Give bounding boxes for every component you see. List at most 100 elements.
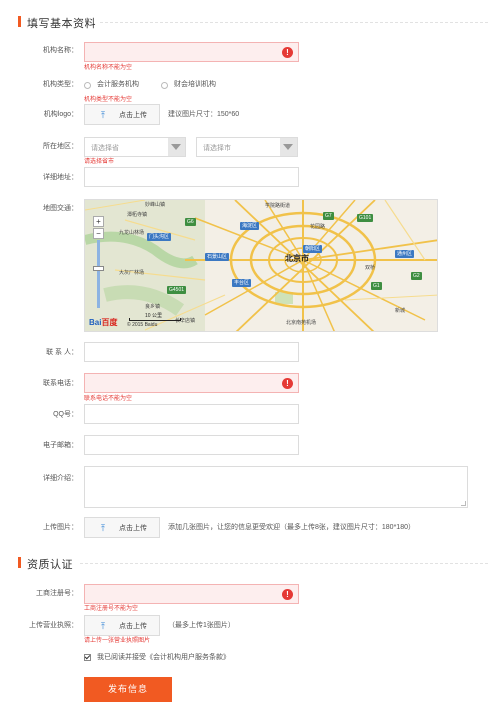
error-icon: ! [282,378,293,389]
license-error: 请上传一张营业执照图片 [84,638,151,644]
map-district: 朝阳区 [303,245,323,253]
agreement-checkbox[interactable] [84,653,91,661]
license-hint: （最多上传1张图片） [168,622,235,629]
baidu-logo-accent: 百度 [101,318,118,327]
map-place: 九龙山林场 [119,230,145,236]
upload-icon: ⤒ [101,522,105,533]
reg-no-input[interactable]: ! [84,584,299,604]
section-header-basic: 填写基本资料 [0,13,500,30]
upload-icon: ⤒ [101,620,105,631]
contact-input[interactable] [84,342,299,362]
upload-button-label: 点击上传 [119,524,147,532]
agreement-row: 我已阅读并接受《会计机构用户服务条款》 [84,652,230,662]
contact-label: 联 系 人： [46,349,78,356]
radio-accounting-service-label[interactable]: 会计服务机构 [97,80,139,90]
address-label: 详细地址： [43,174,78,181]
section-title: 资质认证 [27,559,73,571]
org-type-error: 机构类型不能为空 [84,97,133,103]
section-accent-bar [18,16,21,27]
error-icon: ! [282,47,293,58]
map-district: 海淀区 [240,222,260,230]
resize-grip-icon[interactable] [461,501,466,506]
logo-size-hint: 建议图片尺寸：150*60 [168,111,240,118]
org-name-input[interactable]: ! [84,42,299,62]
chevron-down-icon [168,138,185,156]
upload-button-label: 点击上传 [119,622,147,630]
section-accent-bar [18,557,21,568]
agreement-text[interactable]: 我已阅读并接受《会计机构用户服务条款》 [97,652,230,662]
section-divider [100,22,488,23]
map-place: 北京南苑机场 [286,320,317,326]
images-upload-button[interactable]: ⤒ 点击上传 [84,517,160,538]
error-icon: ! [282,589,293,600]
map-roads [85,200,437,331]
region-label: 所在地区： [43,143,78,150]
radio-accounting-training-label[interactable]: 财会培训机构 [174,80,216,90]
logo-upload-button[interactable]: ⤒ 点击上传 [84,104,160,125]
map-place: 妙峰山镇 [145,202,166,208]
map-city-label: 北京市 [285,254,309,263]
map-road-marker: G6 [185,218,196,226]
qq-label: QQ号： [53,411,78,418]
map-copyright: © 2015 Baidu [127,322,158,328]
section-header-qualification: 资质认证 [0,554,500,571]
radio-accounting-service[interactable] [84,81,91,89]
map-district: 门头沟区 [147,233,172,241]
intro-textarea[interactable] [84,466,468,508]
license-upload-button[interactable]: ⤒ 点击上传 [84,615,160,636]
map-district: 石景山区 [205,253,230,261]
map-district: 通州区 [395,250,415,258]
map-road-marker: G1 [371,282,382,290]
license-label: 上传营业执照： [29,622,78,629]
map-place: 大灰厂林场 [119,270,145,276]
section-divider [80,563,488,564]
zoom-out-button[interactable]: − [93,228,104,239]
images-hint: 添加几张图片，让您的信息更受欢迎（最多上传8张，建议图片尺寸：180*180） [168,524,415,531]
map-road-marker: G101 [357,214,374,222]
radio-accounting-training[interactable] [161,81,168,89]
map-view[interactable]: + − 潭柘寺镇 九龙山林场 大灰厂林场 学院路街道 北京南苑机场 双桥 妙峰山… [84,199,438,332]
reg-no-label: 工商注册号： [36,590,78,597]
province-select-value: 请选择省 [91,145,119,152]
upload-icon: ⤒ [101,109,105,120]
zoom-slider-handle[interactable] [93,266,104,271]
city-select-value: 请选择市 [203,145,231,152]
map-road-marker: G2 [411,272,422,280]
map-place: 新城 [395,308,406,314]
org-name-error: 机构名称不能为空 [84,65,133,71]
map-zoom-controls: + − [91,206,106,326]
images-label: 上传图片： [43,524,78,531]
phone-input[interactable]: ! [84,373,299,393]
upload-button-label: 点击上传 [119,111,147,119]
zoom-slider-track[interactable] [97,240,100,308]
org-name-label: 机构名称： [43,47,78,54]
address-input[interactable] [84,167,299,187]
map-road-marker: G4501 [167,286,187,294]
qq-input[interactable] [84,404,299,424]
publish-button[interactable]: 发布信息 [84,677,172,702]
map-scale-bar [129,318,181,321]
map-district: 丰台区 [232,279,252,287]
section-title: 填写基本资料 [27,18,96,30]
baidu-logo: Bai百度 [89,318,117,328]
intro-label: 详细介绍： [43,475,78,482]
reg-no-error: 工商注册号不能为空 [84,606,139,612]
baidu-logo-text: Bai [89,318,102,327]
chevron-down-icon [280,138,297,156]
phone-error: 联系电话不能为空 [84,396,133,402]
region-error: 请选择省市 [84,159,115,165]
org-type-label: 机构类型： [43,81,78,88]
map-place: 潭柘寺镇 [127,212,148,218]
email-input[interactable] [84,435,299,455]
email-label: 电子邮箱： [43,442,78,449]
zoom-in-button[interactable]: + [93,216,104,227]
org-type-radio-group: 会计服务机构 财会培训机构 [84,80,238,90]
phone-label: 联系电话： [43,380,78,387]
map-place: 花园路 [310,224,326,230]
province-select[interactable]: 请选择省 [84,137,186,157]
org-logo-label: 机构logo： [43,111,78,118]
map-place: 学院路街道 [265,203,291,209]
map-place: 双桥 [365,265,376,271]
map-place: 良乡镇 [145,304,161,310]
city-select[interactable]: 请选择市 [196,137,298,157]
